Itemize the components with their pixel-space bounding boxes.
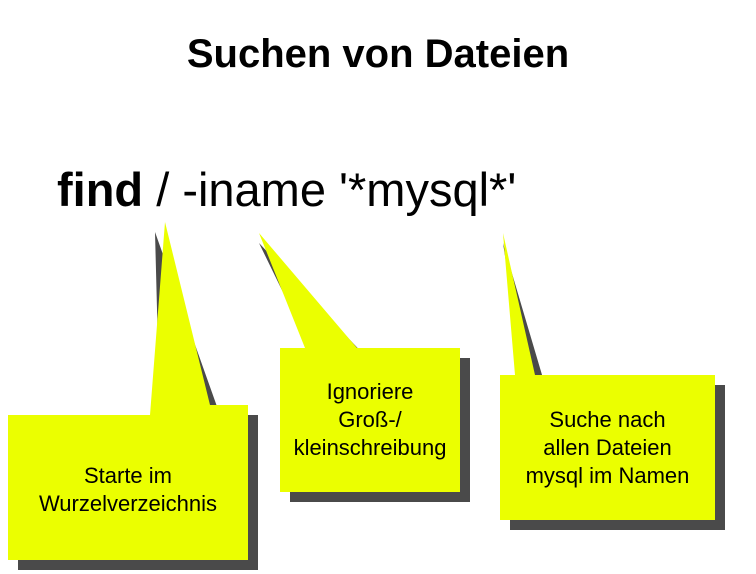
callout-root-label: Starte im Wurzelverzeichnis: [38, 463, 218, 516]
callout-iname-label: Ignoriere Groß-/ kleinschreibung: [293, 379, 447, 460]
callout-pattern-label: Suche nach allen Dateien mysql im Namen: [525, 406, 690, 488]
